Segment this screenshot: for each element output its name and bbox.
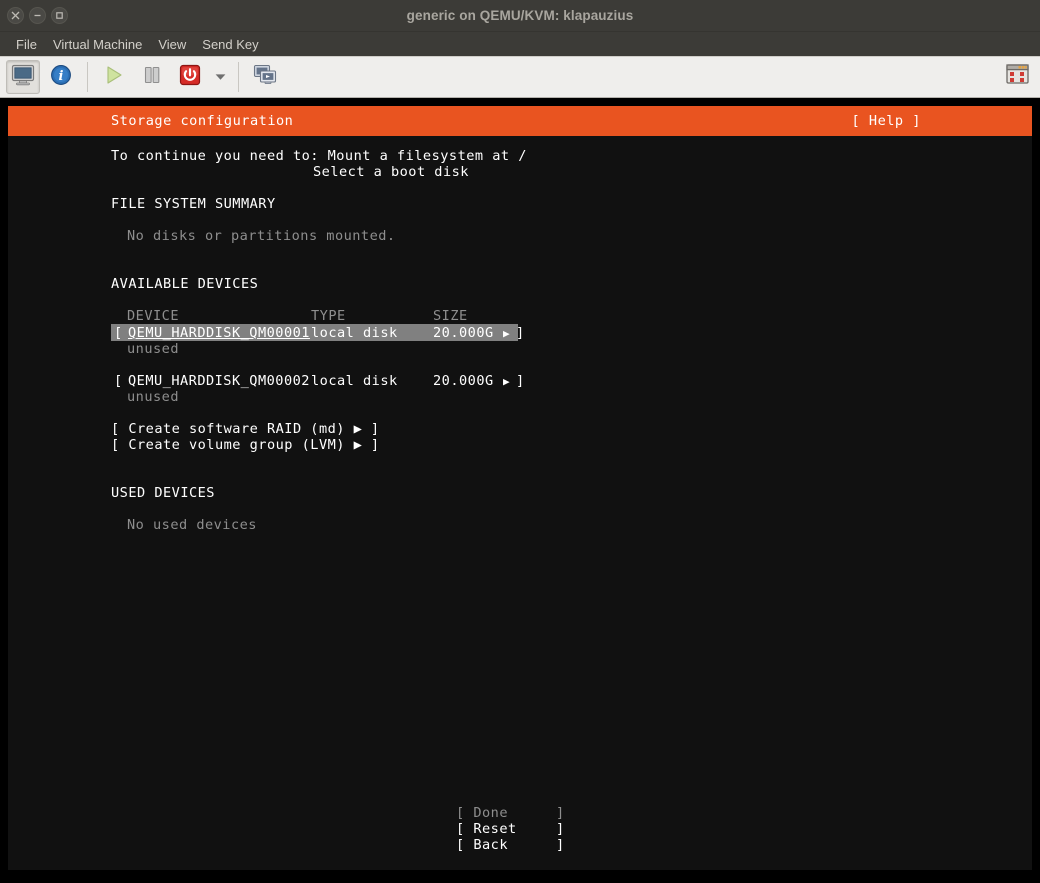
toolbar-separator: [87, 62, 88, 92]
row-expand-arrow-icon[interactable]: ▶: [503, 326, 510, 342]
menu-file[interactable]: File: [8, 35, 45, 54]
used-devices-heading: USED DEVICES: [111, 485, 215, 501]
device-size: 20.000G: [433, 373, 494, 389]
menu-virtual-machine[interactable]: Virtual Machine: [45, 35, 150, 54]
page-title: Storage configuration: [111, 113, 294, 129]
menubar: File Virtual Machine View Send Key: [0, 32, 1040, 56]
installer-header: Storage configuration [ Help ]: [8, 106, 1032, 136]
back-button[interactable]: [ Back: [456, 837, 508, 853]
play-icon: [103, 64, 125, 91]
row-open-bracket: [: [114, 373, 123, 389]
screens-icon: [253, 64, 278, 91]
toolbar-separator-2: [238, 62, 239, 92]
help-button[interactable]: [ Help ]: [852, 113, 921, 129]
snapshot-icon: [1005, 63, 1030, 92]
continue-requirement-line-1: To continue you need to: Mount a filesys…: [111, 148, 527, 164]
toolbar: i: [0, 56, 1040, 98]
pause-button[interactable]: [135, 60, 169, 94]
device-name: QEMU_HARDDISK_QM00002: [128, 373, 310, 389]
installer-body: To continue you need to: Mount a filesys…: [8, 136, 1032, 870]
shutdown-button[interactable]: [173, 60, 207, 94]
svg-text:i: i: [59, 69, 64, 84]
device-type: local disk: [311, 373, 398, 389]
table-row[interactable]: [ QEMU_HARDDISK_QM00002 local disk 20.00…: [111, 372, 524, 390]
used-devices-message: No used devices: [127, 517, 257, 533]
reset-button-close-bracket: ]: [556, 821, 565, 837]
reset-button[interactable]: [ Reset: [456, 821, 517, 837]
column-header-size: SIZE: [433, 308, 468, 324]
done-button[interactable]: [ Done: [456, 805, 508, 821]
run-button[interactable]: [97, 60, 131, 94]
back-button-close-bracket: ]: [556, 837, 565, 853]
device-type: local disk: [311, 325, 398, 341]
column-header-device: DEVICE: [127, 308, 179, 324]
row-close-bracket: ]: [516, 325, 525, 341]
window-title: generic on QEMU/KVM: klapauzius: [406, 8, 634, 23]
show-console-button[interactable]: [6, 60, 40, 94]
subiquity-installer-screen: Storage configuration [ Help ] To contin…: [8, 106, 1032, 870]
menu-view[interactable]: View: [150, 35, 194, 54]
titlebar: generic on QEMU/KVM: klapauzius: [0, 0, 1040, 32]
row-open-bracket: [: [114, 325, 123, 341]
virt-manager-window: generic on QEMU/KVM: klapauzius File Vir…: [0, 0, 1040, 883]
filesystem-summary-message: No disks or partitions mounted.: [127, 228, 396, 244]
table-row[interactable]: [ QEMU_HARDDISK_QM00001 local disk 20.00…: [111, 324, 524, 342]
show-details-button[interactable]: i: [44, 60, 78, 94]
done-button-close-bracket: ]: [556, 805, 565, 821]
create-software-raid-button[interactable]: [ Create software RAID (md) ▶ ]: [111, 421, 380, 437]
chevron-down-icon: [215, 68, 226, 86]
device-name: QEMU_HARDDISK_QM00001: [128, 325, 310, 341]
row-close-bracket: ]: [516, 373, 525, 389]
vm-display[interactable]: Storage configuration [ Help ] To contin…: [0, 98, 1040, 883]
menu-send-key[interactable]: Send Key: [194, 35, 266, 54]
create-volume-group-button[interactable]: [ Create volume group (LVM) ▶ ]: [111, 437, 380, 453]
row-expand-arrow-icon[interactable]: ▶: [503, 374, 510, 390]
info-icon: i: [50, 64, 72, 91]
device-size: 20.000G: [433, 325, 494, 341]
shutdown-menu-button[interactable]: [209, 60, 231, 94]
continue-requirement-line-2: Select a boot disk: [313, 164, 469, 180]
filesystem-summary-heading: FILE SYSTEM SUMMARY: [111, 196, 276, 212]
pause-icon: [141, 64, 163, 91]
device-status: unused: [127, 341, 179, 357]
monitor-icon: [11, 64, 35, 91]
fullscreen-button[interactable]: [248, 60, 282, 94]
available-devices-heading: AVAILABLE DEVICES: [111, 276, 259, 292]
power-icon: [178, 63, 202, 92]
device-status: unused: [127, 389, 179, 405]
snapshots-button[interactable]: [1000, 60, 1034, 94]
column-header-type: TYPE: [311, 308, 346, 324]
